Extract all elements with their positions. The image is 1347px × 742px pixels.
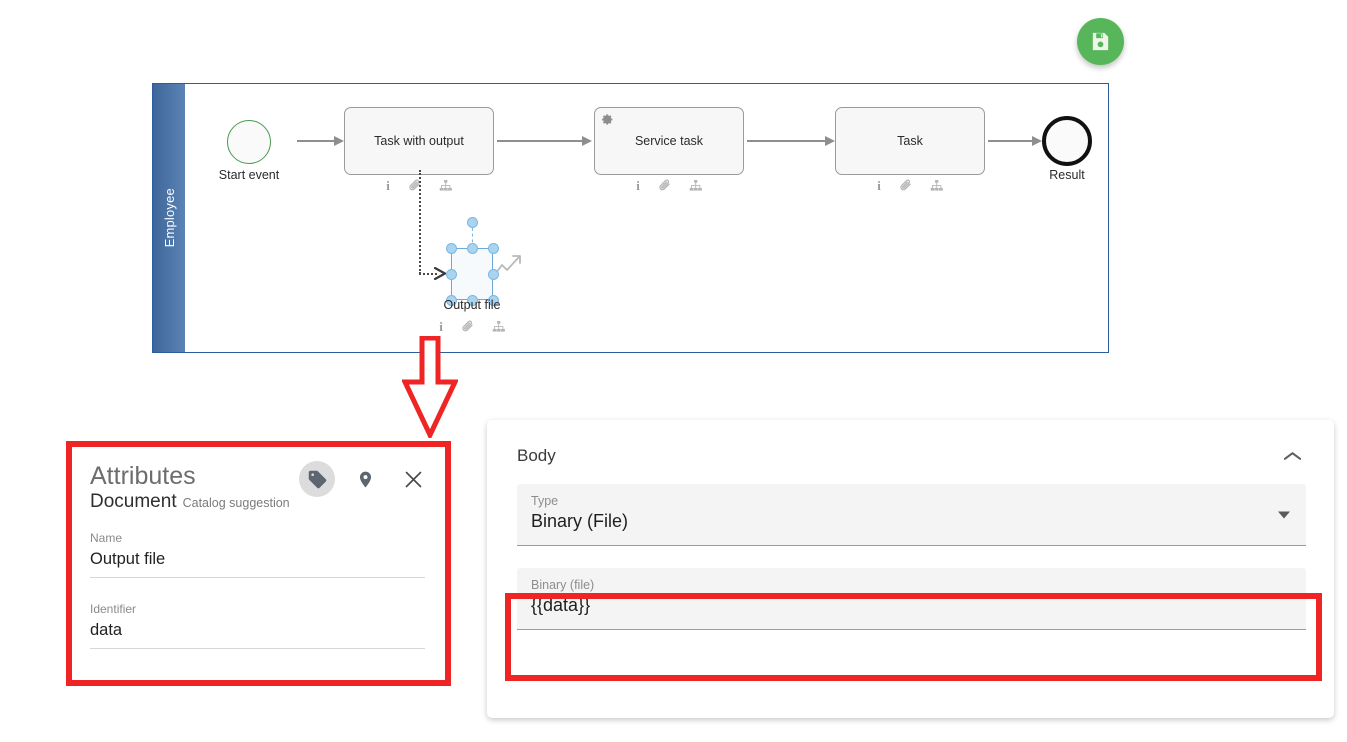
hierarchy-icon[interactable] — [930, 180, 943, 192]
binary-file-label: Binary (file) — [531, 578, 1292, 592]
end-event-circle — [1042, 116, 1092, 166]
save-button[interactable] — [1077, 18, 1124, 65]
sequence-flow-1 — [297, 136, 344, 146]
annotation-arrow-down — [402, 336, 458, 438]
lane-header-employee[interactable]: Employee — [153, 84, 185, 352]
gear-icon — [601, 113, 614, 126]
paperclip-icon[interactable] — [658, 179, 671, 192]
hierarchy-icon[interactable] — [492, 321, 505, 333]
paperclip-icon[interactable] — [461, 320, 474, 333]
task-label: Task with output — [374, 134, 464, 148]
chevron-down-icon[interactable] — [1278, 511, 1290, 518]
field-value[interactable]: data — [90, 621, 425, 649]
entity-type-label: Document — [90, 491, 177, 513]
trend-squiggle-icon — [495, 254, 525, 276]
close-icon[interactable] — [395, 461, 431, 497]
resize-handle-n[interactable] — [467, 243, 478, 254]
node-task-with-output[interactable]: Task with output i — [344, 107, 494, 175]
hierarchy-icon[interactable] — [689, 180, 702, 192]
field-value[interactable]: Output file — [90, 550, 425, 578]
task-label: Task — [897, 134, 923, 148]
body-panel-title: Body — [517, 446, 556, 466]
info-icon[interactable]: i — [439, 320, 443, 333]
data-object-shape — [451, 248, 493, 300]
paperclip-icon[interactable] — [899, 179, 912, 192]
resize-handle-nw[interactable] — [446, 243, 457, 254]
attributes-actions — [299, 461, 431, 497]
type-select[interactable]: Type Binary (File) — [517, 484, 1306, 546]
association-line-vertical — [419, 170, 421, 274]
end-event-label: Result — [1049, 168, 1084, 182]
node-start-event[interactable]: Start event — [227, 120, 271, 164]
task-label: Service task — [635, 134, 703, 148]
info-icon[interactable]: i — [877, 179, 881, 192]
task-box: Task — [835, 107, 985, 175]
sequence-flow-4 — [988, 136, 1042, 146]
attributes-panel: Attributes Document Catalog suggestion N… — [66, 441, 451, 686]
node-service-task[interactable]: Service task i — [594, 107, 744, 175]
info-icon[interactable]: i — [386, 179, 390, 192]
catalog-suggestion-label: Catalog suggestion — [183, 496, 290, 510]
bpmn-pool: Employee Start event Task with output i — [152, 83, 1109, 353]
save-floppy-icon — [1089, 30, 1112, 53]
sequence-flow-2 — [497, 136, 592, 146]
tag-icon[interactable] — [299, 461, 335, 497]
type-select-value: Binary (File) — [531, 511, 1292, 535]
task-box: Service task — [594, 107, 744, 175]
rotate-handle[interactable] — [467, 217, 478, 228]
field-label: Identifier — [90, 602, 425, 616]
body-panel-header: Body — [487, 420, 1334, 466]
attribute-field-name[interactable]: Name Output file — [90, 531, 425, 578]
start-event-circle — [227, 120, 271, 164]
attribute-field-identifier[interactable]: Identifier data — [90, 602, 425, 649]
lane-body: Start event Task with output i — [185, 84, 1108, 352]
task-box: Task with output — [344, 107, 494, 175]
node-task[interactable]: Task i — [835, 107, 985, 175]
binary-file-value[interactable]: {{data}} — [531, 595, 1292, 619]
resize-handle-e[interactable] — [488, 269, 499, 280]
location-pin-icon[interactable] — [347, 461, 383, 497]
lane-label: Employee — [162, 188, 177, 247]
binary-file-input[interactable]: Binary (file) {{data}} — [517, 568, 1306, 630]
field-label: Name — [90, 531, 425, 545]
resize-handle-w[interactable] — [446, 269, 457, 280]
sequence-flow-3 — [747, 136, 835, 146]
data-object-label: Output file — [444, 298, 501, 312]
hierarchy-icon[interactable] — [439, 180, 452, 192]
resize-handle-ne[interactable] — [488, 243, 499, 254]
chevron-up-icon[interactable] — [1279, 446, 1306, 466]
node-end-event[interactable]: Result — [1042, 116, 1092, 166]
task-marker-row: i — [877, 179, 943, 192]
task-marker-row: i — [636, 179, 702, 192]
info-icon[interactable]: i — [636, 179, 640, 192]
data-object-marker-row: i — [439, 320, 505, 333]
type-select-label: Type — [531, 494, 1292, 508]
start-event-label: Start event — [219, 168, 279, 182]
body-panel: Body Type Binary (File) Binary (file) {{… — [487, 420, 1334, 718]
